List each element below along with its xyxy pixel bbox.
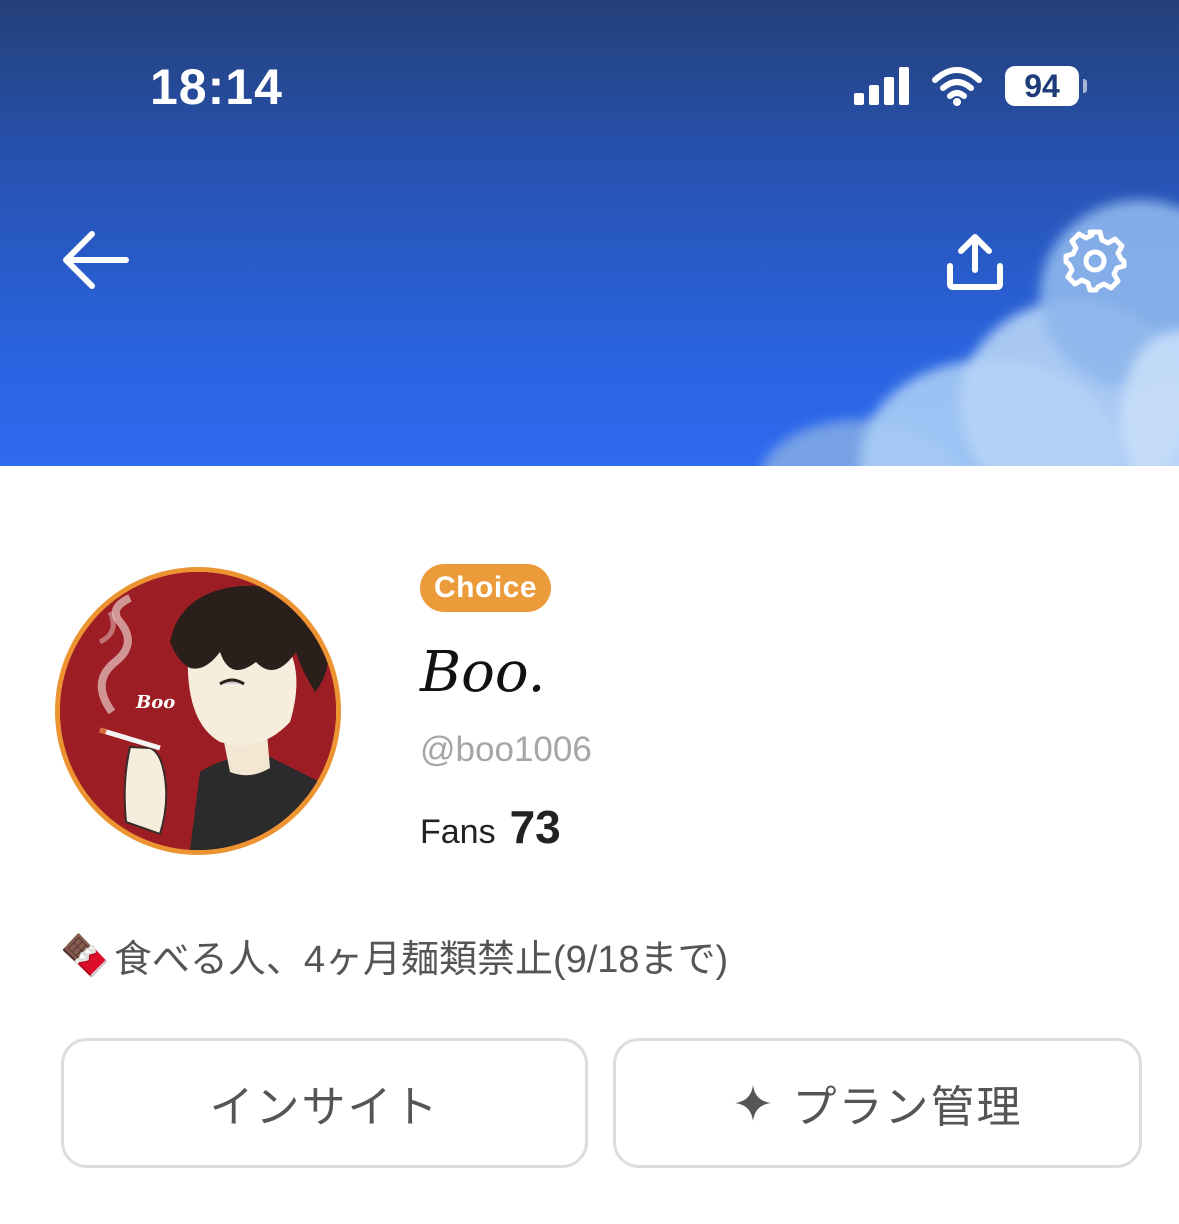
fans-label: Fans <box>420 813 496 851</box>
settings-button[interactable] <box>1062 228 1128 294</box>
profile-bio: 🍫 食べる人、4ヶ月麺類禁止(9/18まで) <box>60 928 728 983</box>
insight-button[interactable]: インサイト <box>61 1038 588 1168</box>
fans-count: 73 <box>509 801 561 853</box>
profile-header-banner: 18:14 94 <box>0 0 1179 466</box>
status-icons: 94 <box>854 66 1087 106</box>
plan-management-label: プラン管理 <box>792 1083 1023 1132</box>
avatar[interactable]: Boo <box>55 567 341 855</box>
gear-icon <box>1063 229 1127 293</box>
share-button[interactable] <box>942 232 1008 292</box>
status-time: 18:14 <box>150 59 283 115</box>
bio-text: 食べる人、4ヶ月麺類禁止(9/18まで) <box>113 939 729 981</box>
arrow-left-icon <box>63 231 129 289</box>
battery-icon: 94 <box>1005 66 1087 106</box>
signal-icon <box>854 67 909 105</box>
sparkle-icon <box>734 1085 771 1121</box>
profile-name: Boo. <box>420 640 546 705</box>
fans-count-group[interactable]: Fans 73 <box>420 800 561 854</box>
profile-handle: @boo1006 <box>420 730 592 769</box>
avatar-text: Boo <box>135 692 175 713</box>
chocolate-icon: 🍫 <box>60 934 110 978</box>
back-button[interactable] <box>60 228 132 292</box>
avatar-illustration: Boo <box>60 572 336 850</box>
insight-label: インサイト <box>209 1083 440 1132</box>
share-upload-icon <box>947 234 1003 290</box>
battery-level: 94 <box>1024 67 1060 104</box>
choice-badge: Choice <box>420 564 552 612</box>
plan-management-button[interactable]: プラン管理 <box>613 1038 1142 1168</box>
wifi-icon <box>932 67 982 106</box>
